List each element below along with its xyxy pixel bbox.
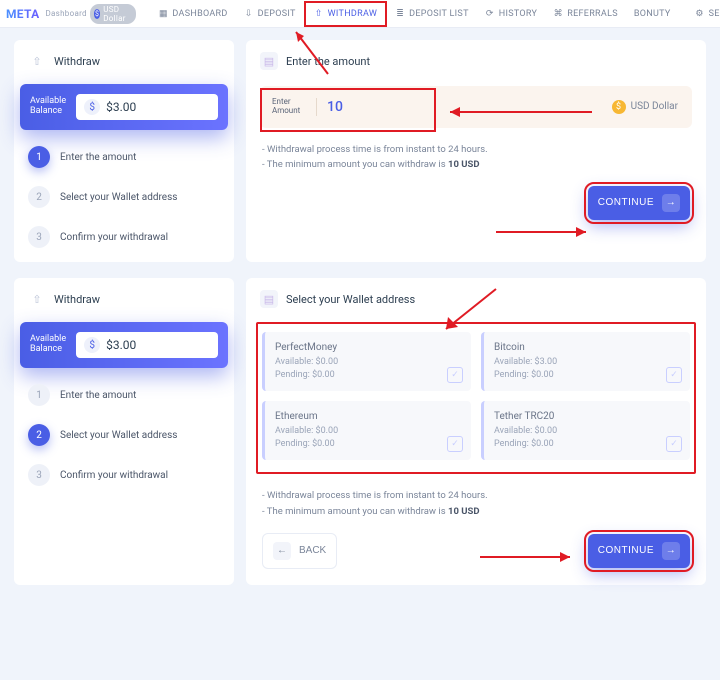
annotation-arrow [480,547,580,567]
wallet-card-tether[interactable]: Tether TRC20 Available: $0.00 Pending: $… [481,401,690,460]
breadcrumb: Dashboard $ USD Dollar [45,4,136,24]
balance-value: $3.00 [106,100,136,114]
step-1[interactable]: 1 Enter the amount [28,384,220,406]
wallet-card-ethereum[interactable]: Ethereum Available: $0.00 Pending: $0.00… [262,401,471,460]
wallet-grid: PerfectMoney Available: $0.00 Pending: $… [262,332,690,460]
annotation-box: PerfectMoney Available: $0.00 Pending: $… [256,322,696,474]
currency-pill[interactable]: $ USD Dollar [90,4,137,24]
section-select-wallet: ⇧ Withdraw Available Balance $ $3.00 1 E… [14,278,706,585]
upload-icon: ⇧ [314,9,324,19]
clipboard-icon: ✓ [447,436,463,452]
nav-bounty[interactable]: BONUTY [626,3,679,25]
annotation-arrow [496,222,596,242]
section-enter-amount: ⇧ Withdraw Available Balance $ $3.00 1 E… [14,40,706,262]
amount-currency: $ USD Dollar [612,100,678,114]
balance-field: $ $3.00 [76,332,218,358]
upload-icon: ⇧ [28,290,46,308]
list-icon: ≣ [395,9,405,19]
panel-title: Withdraw [54,55,100,68]
balance-strip: Available Balance $ $3.00 [20,84,228,130]
dollar-icon: $ [94,9,100,19]
coin-icon: $ [612,100,626,114]
balance-field: $ $3.00 [76,94,218,120]
step-3[interactable]: 3 Confirm your withdrawal [28,464,220,486]
users-icon: ⌘ [553,9,563,19]
clipboard-icon: ✓ [666,367,682,383]
clipboard-icon: ✓ [666,436,682,452]
withdraw-side-panel: ⇧ Withdraw Available Balance $ $3.00 1 E… [14,40,234,262]
nav-settings[interactable]: ⚙ SETTINGS [687,3,720,25]
continue-button[interactable]: CONTINUE → [588,534,690,568]
brand-logo: META [6,7,39,21]
nav-items: ▦ DASHBOARD ⇩ DEPOSIT ⇧ WITHDRAW ≣ DEPOS… [150,1,678,27]
balance-label: Available Balance [30,97,66,117]
arrow-right-icon: → [662,194,680,212]
nav-dashboard[interactable]: ▦ DASHBOARD [150,3,235,25]
nav-withdraw[interactable]: ⇧ WITHDRAW [304,1,388,27]
download-icon: ⇩ [244,9,254,19]
gear-icon: ⚙ [695,9,705,19]
info-text: - Withdrawal process time is from instan… [246,128,706,172]
clipboard-icon: ✓ [447,367,463,383]
continue-button[interactable]: CONTINUE → [588,186,690,220]
step-2[interactable]: 2 Select your Wallet address [28,424,220,446]
nav-deposit[interactable]: ⇩ DEPOSIT [236,3,304,25]
dollar-icon: $ [84,99,100,115]
step-1[interactable]: 1 Enter the amount [28,146,220,168]
balance-label: Available Balance [30,335,66,355]
step-2[interactable]: 2 Select your Wallet address [28,186,220,208]
select-wallet-panel: ▤ Select your Wallet address PerfectMone… [246,278,706,585]
nav-referrals[interactable]: ⌘ REFERRALS [545,3,626,25]
wallet-card-perfectmoney[interactable]: PerfectMoney Available: $0.00 Pending: $… [262,332,471,391]
balance-value: $3.00 [106,338,136,352]
panel-title: Enter the amount [286,55,370,68]
enter-amount-panel: ▤ Enter the amount Enter Amount 10 $ USD… [246,40,706,262]
info-text: - Withdrawal process time is from instan… [246,474,706,518]
back-button[interactable]: ← BACK [262,533,337,569]
wallet-card-bitcoin[interactable]: Bitcoin Available: $3.00 Pending: $0.00 … [481,332,690,391]
dollar-icon: $ [84,337,100,353]
form-icon: ▤ [260,290,278,308]
panel-title: Select your Wallet address [286,293,415,306]
panel-title: Withdraw [54,293,100,306]
step-3[interactable]: 3 Confirm your withdrawal [28,226,220,248]
annotation-box [260,88,436,132]
withdraw-side-panel: ⇧ Withdraw Available Balance $ $3.00 1 E… [14,278,234,585]
steps-list: 1 Enter the amount 2 Select your Wallet … [14,146,234,248]
arrow-right-icon: → [662,542,680,560]
arrow-left-icon: ← [273,542,291,560]
top-nav: META Dashboard $ USD Dollar ▦ DASHBOARD … [0,0,720,28]
upload-icon: ⇧ [28,52,46,70]
nav-deposit-list[interactable]: ≣ DEPOSIT LIST [387,3,477,25]
steps-list: 1 Enter the amount 2 Select your Wallet … [14,384,234,486]
history-icon: ⟳ [485,9,495,19]
nav-history[interactable]: ⟳ HISTORY [477,3,546,25]
balance-strip: Available Balance $ $3.00 [20,322,228,368]
grid-icon: ▦ [158,9,168,19]
form-icon: ▤ [260,52,278,70]
